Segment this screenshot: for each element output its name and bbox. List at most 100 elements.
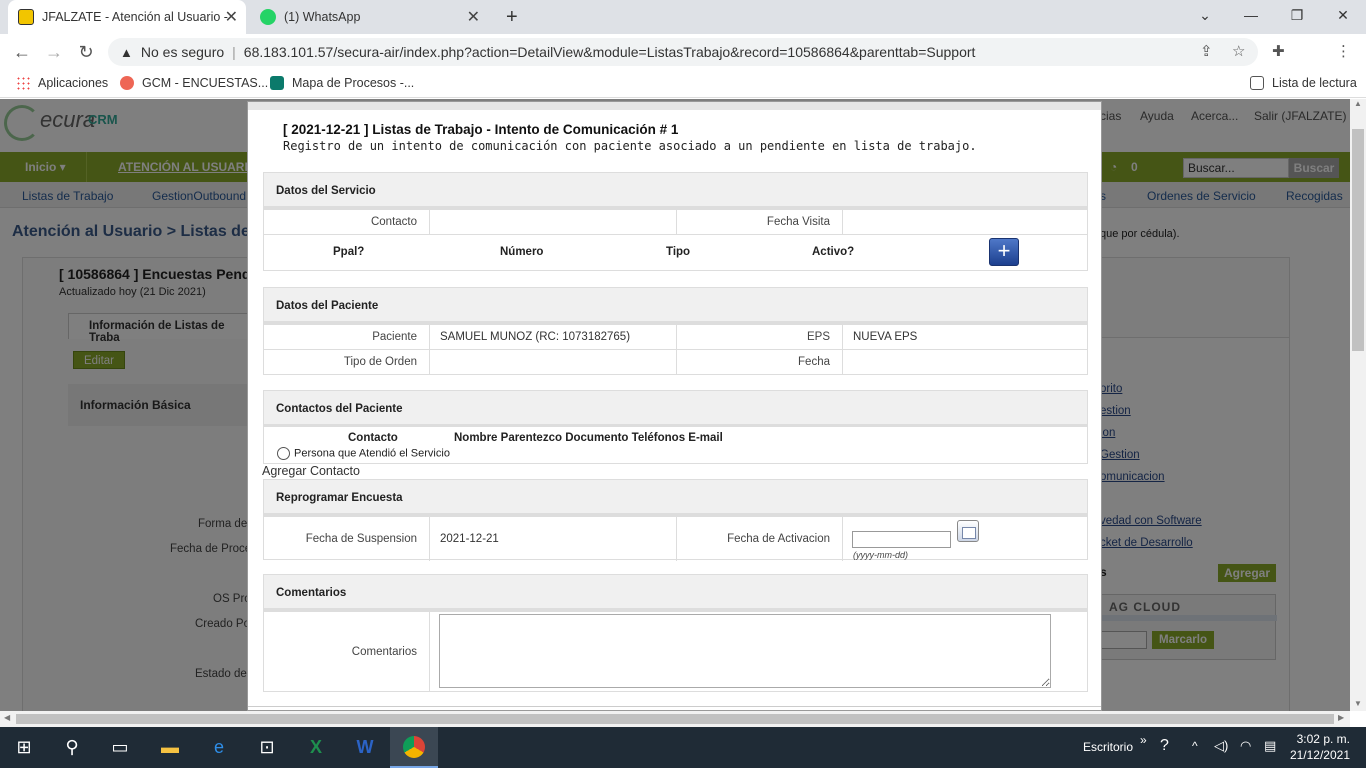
- scroll-down-icon[interactable]: ▼: [1354, 699, 1362, 708]
- clock[interactable]: 3:02 p. m. 21/12/2021: [1290, 731, 1350, 763]
- col-numero: Número: [500, 246, 544, 258]
- store-icon[interactable]: ⊡: [243, 727, 291, 768]
- col-tipo: Tipo: [666, 246, 691, 258]
- reading-list[interactable]: Lista de lectura: [1250, 76, 1357, 90]
- time: 3:02 p. m.: [1296, 732, 1350, 746]
- forward-icon[interactable]: →: [40, 40, 68, 64]
- col-activo: Activo?: [812, 246, 855, 258]
- desktop-toolbar-label[interactable]: Escritorio: [1083, 740, 1133, 754]
- help-icon[interactable]: ?: [1160, 737, 1169, 755]
- eps-label: EPS: [676, 325, 842, 350]
- share-icon[interactable]: ⇪: [1200, 42, 1213, 60]
- contact-columns: Nombre Parentezco Documento Teléfonos E-…: [454, 432, 723, 444]
- tray-up-icon[interactable]: ^: [1192, 739, 1198, 753]
- modal-title: [ 2021-12-21 ] Listas de Trabajo - Inten…: [283, 122, 679, 137]
- reprogramar-row: Fecha de Suspension 2021-12-21 Fecha de …: [264, 516, 1087, 561]
- sharepoint-icon: [270, 76, 284, 90]
- restore-button[interactable]: ❐: [1274, 0, 1320, 30]
- radio-button[interactable]: [277, 447, 290, 460]
- paciente-value: SAMUEL MUNOZ (RC: 1073182765): [429, 325, 676, 350]
- keyboard-icon[interactable]: ▤: [1264, 738, 1276, 754]
- wifi-icon[interactable]: ◠: [1240, 738, 1251, 754]
- modal-top-strip: [248, 102, 1101, 110]
- close-window-button[interactable]: ✕: [1320, 0, 1366, 30]
- section-reprogramar: Reprogramar Encuesta Fecha de Suspension…: [263, 479, 1088, 561]
- vertical-scrollbar[interactable]: ▲ ▼: [1350, 99, 1366, 711]
- gcm-icon: [120, 76, 134, 90]
- volume-icon[interactable]: ◁): [1214, 738, 1228, 754]
- chevron-icon[interactable]: »: [1140, 733, 1147, 747]
- comentarios-textarea[interactable]: [439, 614, 1051, 688]
- column-divider: [842, 517, 843, 561]
- word-icon[interactable]: W: [341, 727, 389, 768]
- modal-subtitle: Registro de un intento de comunicación c…: [283, 139, 977, 153]
- menu-icon[interactable]: ⋮: [1336, 42, 1351, 60]
- agregar-contacto-link[interactable]: Agregar Contacto: [262, 464, 360, 478]
- fecha-activacion-input[interactable]: [852, 531, 951, 548]
- extensions-icon[interactable]: ✚: [1272, 42, 1285, 60]
- site-favicon-icon: [18, 9, 34, 25]
- comentarios-row: Comentarios: [264, 611, 1087, 692]
- section-header: Reprogramar Encuesta: [264, 480, 1087, 516]
- column-divider: [429, 612, 430, 692]
- paciente-label: Paciente: [372, 331, 417, 343]
- date: 21/12/2021: [1289, 748, 1350, 762]
- scroll-right-icon[interactable]: ▶: [1338, 713, 1344, 722]
- tab-jfalzate[interactable]: JFALZATE - Atención al Usuario - ✕: [8, 0, 246, 34]
- bookmark-label: Aplicaciones: [38, 76, 109, 90]
- section-paciente: Datos del Paciente Paciente SAMUEL MUNOZ…: [263, 287, 1088, 375]
- url-field[interactable]: ▲ No es seguro | 68.183.101.57/secura-ai…: [108, 38, 1258, 66]
- bookmark-label: GCM - ENCUESTAS...: [142, 76, 269, 90]
- persona-atendio-option[interactable]: Persona que Atendió el Servicio: [277, 447, 450, 460]
- task-view-icon[interactable]: ▭: [96, 727, 144, 768]
- reading-list-label: Lista de lectura: [1272, 76, 1357, 90]
- col-contacto: Contacto: [348, 432, 398, 444]
- tab-search-icon[interactable]: ⌄: [1182, 0, 1228, 30]
- separator: |: [232, 44, 236, 60]
- windows-taskbar: ⊞ ⚲ ▭ ▬ e ⊡ X W Escritorio » ? ^ ◁) ◠ ▤ …: [0, 727, 1366, 768]
- edge-icon[interactable]: e: [195, 727, 243, 768]
- scroll-left-icon[interactable]: ◀: [4, 713, 10, 722]
- tab-whatsapp[interactable]: (1) WhatsApp ✕: [250, 0, 488, 34]
- servicio-row: Contacto Fecha Visita: [264, 209, 1087, 235]
- scroll-thumb[interactable]: [1352, 129, 1364, 351]
- intento-comunicacion-modal: [ 2021-12-21 ] Listas de Trabajo - Inten…: [247, 101, 1102, 711]
- section-header: Contactos del Paciente: [264, 391, 1087, 427]
- plus-icon: +: [506, 5, 518, 28]
- section-header: Comentarios: [264, 575, 1087, 611]
- address-bar-row: ← → ↻ ▲ No es seguro | 68.183.101.57/sec…: [0, 34, 1366, 97]
- bookmark-apps[interactable]: Aplicaciones: [16, 76, 108, 90]
- whatsapp-icon: [260, 9, 276, 25]
- orden-row: Tipo de Orden Fecha: [264, 349, 1087, 375]
- bookmark-star-icon[interactable]: ☆: [1232, 42, 1245, 60]
- start-icon[interactable]: ⊞: [0, 727, 48, 768]
- fecha-label: Fecha: [676, 350, 842, 375]
- reload-icon[interactable]: ↻: [72, 40, 100, 64]
- chrome-icon[interactable]: [390, 727, 438, 768]
- close-tab-icon[interactable]: ✕: [467, 7, 480, 27]
- file-explorer-icon[interactable]: ▬: [146, 727, 194, 768]
- section-comentarios: Comentarios Comentarios: [263, 574, 1088, 692]
- close-tab-icon[interactable]: ✕: [225, 7, 238, 27]
- new-tab-button[interactable]: +: [496, 0, 528, 34]
- calendar-icon[interactable]: [957, 520, 979, 542]
- back-icon[interactable]: ←: [8, 40, 36, 64]
- horizontal-scrollbar[interactable]: ◀ ▶: [0, 711, 1350, 727]
- fecha-activacion-label: Fecha de Activacion: [676, 517, 842, 561]
- excel-icon[interactable]: X: [292, 727, 340, 768]
- radio-label: Persona que Atendió el Servicio: [294, 447, 450, 460]
- tab-title: JFALZATE - Atención al Usuario -: [42, 10, 228, 24]
- search-icon[interactable]: ⚲: [48, 727, 96, 768]
- apps-grid-icon: [16, 76, 30, 90]
- scroll-up-icon[interactable]: ▲: [1354, 99, 1362, 108]
- security-label: No es seguro: [140, 44, 225, 60]
- scroll-thumb[interactable]: [16, 714, 1334, 724]
- bookmark-mapa[interactable]: Mapa de Procesos -...: [270, 76, 414, 90]
- bookmark-gcm[interactable]: GCM - ENCUESTAS...: [120, 76, 268, 90]
- col-ppal: Ppal?: [333, 246, 365, 258]
- add-phone-button[interactable]: +: [989, 238, 1019, 266]
- warning-icon: ▲: [120, 44, 133, 60]
- chrome-logo: [403, 735, 425, 758]
- minimize-button[interactable]: —: [1228, 0, 1274, 30]
- tab-title: (1) WhatsApp: [284, 10, 361, 24]
